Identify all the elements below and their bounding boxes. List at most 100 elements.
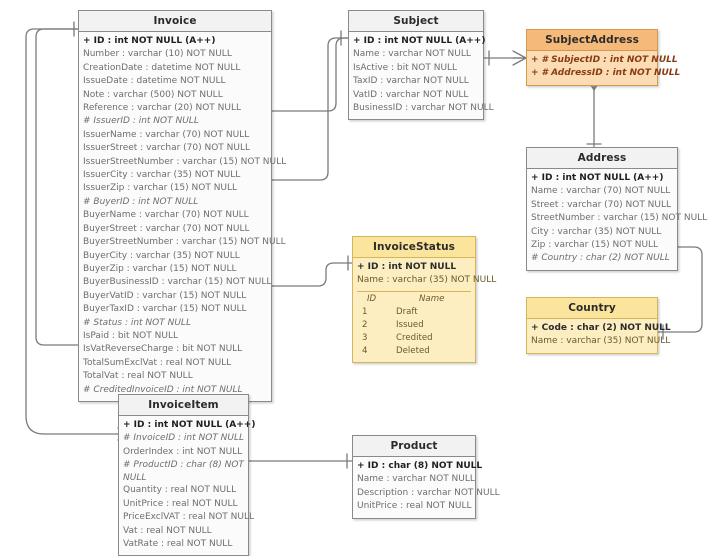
attribute-row: + Code : char (2) NOT NULL — [531, 323, 671, 333]
attribute-row: + ID : int NOT NULL (A++) — [123, 420, 256, 430]
attribute-row: BuyerBusinessID : varchar (15) NOT NULL — [83, 277, 272, 288]
entity-subject-attributes: + ID : int NOT NULL (A++) Name : varchar… — [349, 32, 494, 119]
entity-subject-address-attributes: + # SubjectID : int NOT NULL + # Address… — [527, 51, 681, 85]
attribute-row: BuyerCity : varchar (35) NOT NULL — [83, 250, 240, 261]
edge-subjectaddress-subject — [483, 50, 527, 66]
attribute-row: # InvoiceID : int NOT NULL — [123, 433, 245, 444]
attribute-row: BuyerZip : varchar (15) NOT NULL — [83, 263, 237, 274]
attribute-row: Vat : real NOT NULL — [123, 525, 212, 536]
edge-subjectaddress-address — [586, 77, 602, 149]
cell-name: Deleted — [396, 345, 430, 356]
column-header-name: Name — [419, 293, 445, 304]
entity-subject-address-title: SubjectAddress — [527, 30, 657, 51]
entity-invoice-status-title: InvoiceStatus — [353, 237, 475, 258]
attribute-row: + ID : int NOT NULL (A++) — [83, 36, 216, 46]
attribute-row: IssuerStreet : varchar (70) NOT NULL — [83, 143, 251, 154]
entity-country-title: Country — [527, 298, 657, 319]
entity-invoice-title: Invoice — [79, 11, 271, 32]
attribute-row: UnitPrice : real NOT NULL — [123, 498, 238, 509]
attribute-row: Name : varchar NOT NULL — [353, 49, 471, 60]
attribute-row: Name : varchar NOT NULL — [357, 474, 475, 485]
cell-name: Issued — [396, 319, 424, 330]
cell-id: 1 — [362, 306, 368, 317]
attribute-row: Quantity : real NOT NULL — [123, 485, 237, 496]
attribute-row: BusinessID : varchar NOT NULL — [353, 103, 494, 114]
entity-invoice-item-title: InvoiceItem — [119, 395, 248, 416]
entity-address-attributes: + ID : int NOT NULL (A++) Name : varchar… — [527, 169, 708, 270]
attribute-row: BuyerVatID : varchar (15) NOT NULL — [83, 290, 247, 301]
edge-invoice-status — [258, 255, 353, 294]
entity-country[interactable]: Country + Code : char (2) NOT NULL Name … — [526, 297, 671, 354]
attribute-row: VatRate : real NOT NULL — [123, 539, 233, 550]
table-row: 4 Deleted — [357, 345, 471, 358]
attribute-row: IssuerName : varchar (70) NOT NULL — [83, 129, 250, 140]
entity-invoice-item[interactable]: InvoiceItem + ID : int NOT NULL (A++) # … — [118, 394, 256, 556]
attribute-row: IsVatReverseCharge : bit NOT NULL — [83, 344, 243, 355]
attribute-row: + ID : int NOT NULL (A++) — [353, 36, 486, 46]
attribute-row: IssueDate : datetime NOT NULL — [83, 76, 226, 87]
entity-subject[interactable]: Subject + ID : int NOT NULL (A++) Name :… — [348, 10, 494, 121]
attribute-row: BuyerName : varchar (70) NOT NULL — [83, 210, 249, 221]
attribute-row: BuyerStreetNumber : varchar (15) NOT NUL… — [83, 237, 286, 248]
table-row: 1 Draft — [357, 306, 471, 319]
entity-invoice-status-attributes: + ID : int NOT NULL Name : varchar (35) … — [353, 258, 497, 362]
entity-product-title: Product — [353, 436, 475, 457]
attribute-row: Name : varchar (70) NOT NULL — [531, 186, 671, 197]
attribute-row: + ID : char (8) NOT NULL — [357, 461, 483, 471]
attribute-row: + # SubjectID : int NOT NULL — [531, 55, 678, 65]
attribute-row: Street : varchar (70) NOT NULL — [531, 199, 672, 210]
attribute-row: Reference : varchar (20) NOT NULL — [83, 103, 242, 114]
attribute-row: UnitPrice : real NOT NULL — [357, 501, 472, 512]
attribute-row: BuyerTaxID : varchar (15) NOT NULL — [83, 304, 247, 315]
cell-id: 4 — [362, 345, 368, 356]
attribute-row: CreationDate : datetime NOT NULL — [83, 62, 241, 73]
entity-subject-title: Subject — [349, 11, 483, 32]
attribute-row: + ID : int NOT NULL (A++) — [531, 173, 664, 183]
er-diagram-canvas: .ln{fill:none;stroke:#7a7a7a;stroke-widt… — [0, 0, 728, 556]
attribute-row: PriceExclVAT : real NOT NULL — [123, 512, 254, 523]
entity-invoice-status[interactable]: InvoiceStatus + ID : int NOT NULL Name :… — [352, 236, 497, 363]
attribute-row: Name : varchar (35) NOT NULL — [357, 275, 497, 286]
attribute-row: IsPaid : bit NOT NULL — [83, 330, 178, 341]
attribute-row: IssuerCity : varchar (35) NOT NULL — [83, 170, 241, 181]
cell-name: Credited — [396, 332, 433, 343]
entity-invoice-item-attributes: + ID : int NOT NULL (A++) # InvoiceID : … — [119, 416, 256, 555]
attribute-row: TaxID : varchar NOT NULL — [353, 76, 469, 87]
attribute-row: IsActive : bit NOT NULL — [353, 62, 458, 73]
attribute-row: + ID : int NOT NULL — [357, 262, 457, 272]
entity-invoice-attributes: + ID : int NOT NULL (A++) Number : varch… — [79, 32, 287, 401]
attribute-row: Zip : varchar (15) NOT NULL — [531, 240, 659, 251]
attribute-row: # IssuerID : int NOT NULL — [83, 116, 199, 127]
attribute-row: OrderIndex : int NOT NULL — [123, 446, 243, 457]
edge-invoice-issuer-subject — [258, 30, 349, 119]
table-row: 2 Issued — [357, 319, 471, 332]
attribute-row: Note : varchar (500) NOT NULL — [83, 89, 223, 100]
attribute-row: City : varchar (35) NOT NULL — [531, 226, 662, 237]
attribute-row: TotalVat : real NOT NULL — [83, 371, 193, 382]
attribute-row: + # AddressID : int NOT NULL — [531, 68, 681, 79]
entity-product-attributes: + ID : char (8) NOT NULL Name : varchar … — [353, 457, 500, 518]
attribute-row: Name : varchar (35) NOT NULL — [531, 336, 671, 347]
entity-product[interactable]: Product + ID : char (8) NOT NULL Name : … — [352, 435, 500, 519]
edge-invoiceitem-product — [235, 453, 353, 469]
invoice-status-data-grid: ID Name 1 Draft 2 Issued 3 Credited 4 De… — [357, 290, 471, 358]
attribute-row: Description : varchar NOT NULL — [357, 487, 500, 498]
attribute-row: BuyerStreet : varchar (70) NOT NULL — [83, 223, 250, 234]
entity-invoice[interactable]: Invoice + ID : int NOT NULL (A++) Number… — [78, 10, 287, 402]
attribute-row: TotalSumExclVat : real NOT NULL — [83, 357, 232, 368]
entity-address[interactable]: Address + ID : int NOT NULL (A++) Name :… — [526, 147, 708, 271]
table-row: 3 Credited — [357, 332, 471, 345]
attribute-row: Number : varchar (10) NOT NULL — [83, 49, 232, 60]
data-grid-header: ID Name — [357, 293, 471, 306]
entity-subject-address[interactable]: SubjectAddress + # SubjectID : int NOT N… — [526, 29, 681, 86]
attribute-row: # Status : int NOT NULL — [83, 317, 191, 328]
attribute-row: StreetNumber : varchar (15) NOT NULL — [531, 213, 708, 224]
attribute-row: # ProductID : char (8) NOT NULL — [123, 460, 244, 483]
attribute-row: # Country : char (2) NOT NULL — [531, 253, 670, 264]
attribute-row: VatID : varchar NOT NULL — [353, 89, 469, 100]
attribute-row: IssuerStreetNumber : varchar (15) NOT NU… — [83, 156, 287, 167]
attribute-row: # BuyerID : int NOT NULL — [83, 196, 199, 207]
cell-id: 2 — [362, 319, 368, 330]
cell-id: 3 — [362, 332, 368, 343]
entity-address-title: Address — [527, 148, 677, 169]
